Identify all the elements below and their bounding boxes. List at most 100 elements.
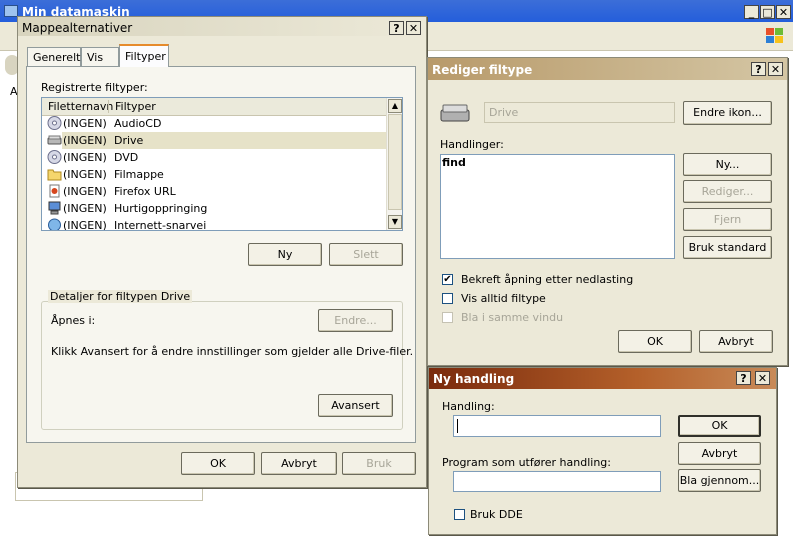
row-extension: (INGEN)	[63, 151, 107, 164]
ok-button[interactable]: OK	[618, 330, 692, 353]
cd-icon	[47, 150, 62, 164]
cancel-button[interactable]: Avbryt	[699, 330, 773, 353]
drive-icon	[439, 101, 471, 125]
ok-button[interactable]: OK	[181, 452, 255, 475]
new-action-button[interactable]: Ny...	[683, 153, 772, 176]
edit-filetype-dialog: Rediger filtype ? ✕ Drive Endre ikon... …	[427, 57, 788, 366]
row-extension: (INGEN)	[63, 219, 107, 231]
filetype-list[interactable]: Filetternavn Filtyper (INGEN) AudioCD (I…	[41, 97, 403, 231]
cd-icon	[47, 116, 62, 130]
filetype-name-field[interactable]: Drive	[484, 102, 675, 123]
row-extension: (INGEN)	[63, 185, 107, 198]
close-button[interactable]: ✕	[776, 5, 791, 19]
details-info-text: Klikk Avansert for å endre innstillinger…	[51, 345, 414, 358]
edit-filetype-title: Rediger filtype	[432, 63, 533, 77]
edit-action-button[interactable]: Rediger...	[683, 180, 772, 203]
program-label: Program som utfører handling:	[442, 456, 611, 469]
close-button[interactable]: ✕	[755, 371, 770, 385]
set-default-button[interactable]: Bruk standard	[683, 236, 772, 259]
registered-types-label: Registrerte filtyper:	[41, 81, 148, 94]
always-show-ext-label: Vis alltid filtype	[461, 292, 546, 305]
tab-vis[interactable]: Vis	[81, 47, 119, 66]
scroll-up-button[interactable]: ▲	[388, 99, 402, 113]
row-type: DVD	[114, 151, 139, 164]
row-extension: (INGEN)	[63, 117, 107, 130]
use-dde-label: Bruk DDE	[470, 508, 523, 521]
confirm-open-checkbox[interactable]: ✔	[442, 274, 453, 285]
table-row[interactable]: (INGEN) AudioCD	[42, 115, 386, 132]
cancel-button[interactable]: Avbryt	[261, 452, 337, 475]
scroll-thumb[interactable]	[388, 114, 402, 210]
action-input[interactable]	[453, 415, 661, 437]
filetype-name-value: Drive	[489, 106, 519, 119]
row-type: Hurtigoppringing	[114, 202, 208, 215]
column-divider	[108, 100, 109, 113]
confirm-open-label: Bekreft åpning etter nedlasting	[461, 273, 634, 286]
same-window-label: Bla i samme vindu	[461, 311, 564, 324]
ok-button[interactable]: OK	[678, 415, 761, 437]
new-filetype-button[interactable]: Ny	[248, 243, 322, 266]
new-action-dialog: Ny handling ? ✕ Handling: Program som ut…	[428, 367, 777, 535]
help-button[interactable]: ?	[751, 62, 766, 76]
maximize-button[interactable]: □	[760, 5, 775, 19]
drive-icon	[47, 133, 62, 147]
folder-options-title: Mappealternativer	[22, 21, 133, 35]
same-window-checkbox[interactable]	[442, 312, 453, 323]
globe-icon	[47, 218, 62, 230]
tab-filtyper[interactable]: Filtyper	[119, 44, 169, 67]
document-icon	[47, 184, 62, 198]
action-item[interactable]: find	[442, 156, 466, 169]
help-button[interactable]: ?	[736, 371, 751, 385]
delete-filetype-button[interactable]: Slett	[329, 243, 403, 266]
table-row[interactable]: (INGEN) Hurtigoppringing	[42, 200, 386, 217]
remove-action-button[interactable]: Fjern	[683, 208, 772, 231]
column-header-extension[interactable]: Filetternavn	[48, 100, 113, 113]
opens-with-label: Åpnes i:	[51, 314, 96, 327]
column-header-type[interactable]: Filtyper	[115, 100, 156, 113]
cancel-button[interactable]: Avbryt	[678, 442, 761, 465]
minimize-button[interactable]: _	[744, 5, 759, 19]
table-row[interactable]: (INGEN) Firefox URL	[42, 183, 386, 200]
computer-icon	[47, 201, 62, 215]
use-dde-checkbox[interactable]	[454, 509, 465, 520]
folder-icon	[47, 167, 62, 181]
row-extension: (INGEN)	[63, 134, 107, 147]
row-extension: (INGEN)	[63, 168, 107, 181]
scroll-down-button[interactable]: ▼	[388, 215, 402, 229]
table-row[interactable]: (INGEN) Drive	[42, 132, 386, 149]
windows-logo-icon	[764, 26, 786, 46]
change-program-button[interactable]: Endre...	[318, 309, 393, 332]
always-show-ext-checkbox[interactable]	[442, 293, 453, 304]
tab-label: Generelt	[33, 51, 81, 64]
row-selection	[62, 132, 386, 149]
advanced-button[interactable]: Avansert	[318, 394, 393, 417]
browse-button[interactable]: Bla gjennom...	[678, 469, 761, 492]
text-cursor	[457, 419, 458, 433]
tab-generelt[interactable]: Generelt	[27, 47, 81, 66]
row-type: Filmappe	[114, 168, 164, 181]
actions-label: Handlinger:	[440, 138, 504, 151]
action-label: Handling:	[442, 400, 495, 413]
apply-button[interactable]: Bruk	[342, 452, 416, 475]
list-header: Filetternavn Filtyper	[42, 98, 386, 116]
row-type: Firefox URL	[114, 185, 176, 198]
help-button[interactable]: ?	[389, 21, 404, 35]
close-button[interactable]: ✕	[768, 62, 783, 76]
table-row[interactable]: (INGEN) Internett-snarvei	[42, 217, 386, 231]
change-icon-button[interactable]: Endre ikon...	[683, 101, 772, 125]
row-type: AudioCD	[114, 117, 162, 130]
row-type: Internett-snarvei	[114, 219, 207, 231]
program-input[interactable]	[453, 471, 661, 492]
close-button[interactable]: ✕	[406, 21, 421, 35]
list-scrollbar[interactable]: ▲ ▼	[386, 98, 402, 230]
table-row[interactable]: (INGEN) Filmappe	[42, 166, 386, 183]
table-row[interactable]: (INGEN) DVD	[42, 149, 386, 166]
new-action-title: Ny handling	[433, 372, 515, 386]
tab-label: Filtyper	[125, 50, 166, 63]
tab-label: Vis	[87, 51, 104, 64]
details-group-title: Detaljer for filtypen Drive	[48, 290, 193, 303]
actions-list[interactable]: find	[440, 154, 675, 259]
row-type: Drive	[114, 134, 144, 147]
folder-options-dialog: Mappealternativer ? ✕ Generelt Vis Filty…	[17, 16, 427, 488]
row-extension: (INGEN)	[63, 202, 107, 215]
